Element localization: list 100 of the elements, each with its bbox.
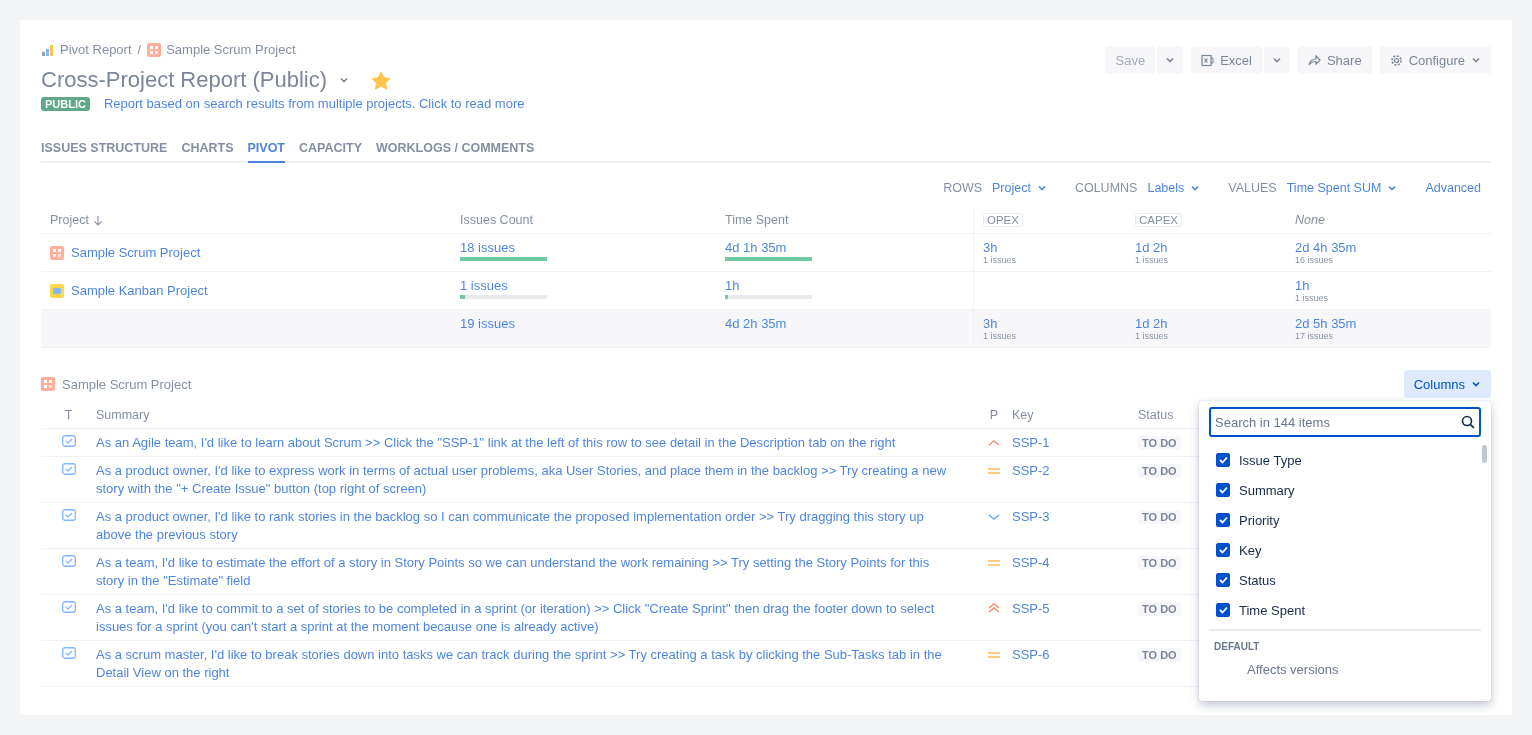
- column-header: Key: [1012, 408, 1034, 422]
- column-option[interactable]: Issue Type: [1209, 445, 1481, 475]
- tab[interactable]: PIVOT: [247, 141, 285, 163]
- project-link[interactable]: Sample Scrum Project: [71, 245, 201, 260]
- status-lozenge: TO DO: [1138, 510, 1181, 524]
- time-value[interactable]: 2d 5h 35m: [1295, 316, 1482, 331]
- issue-summary-link[interactable]: As a product owner, I'd like to rank stories in the backlog so I can communicate the proposed implementation order >> Try dragging this story up above the previous story: [96, 508, 956, 544]
- breadcrumb-separator: /: [137, 42, 142, 57]
- column-option[interactable]: Affects versions: [1209, 654, 1481, 684]
- checkbox[interactable]: [1216, 513, 1230, 527]
- label-tag: OPEX: [983, 213, 1023, 227]
- column-header: T: [64, 408, 73, 422]
- spreadsheet-icon: [1201, 53, 1215, 67]
- issue-key-link[interactable]: SSP-6: [1012, 647, 1050, 662]
- star-icon[interactable]: [371, 70, 392, 90]
- field-dropdown[interactable]: Project: [992, 181, 1047, 195]
- story-checkbox-icon: [61, 647, 76, 659]
- issue-summary-link[interactable]: As a product owner, I'd like to express work in terms of actual user problems, aka User Stories, and place them in the backlog >> Try creating a new story with the "+ Create Issue" button (top right of screen): [96, 462, 956, 498]
- priority-medium-icon: [987, 467, 1001, 475]
- time-value[interactable]: 1h: [1295, 278, 1482, 293]
- time-value[interactable]: 1d 2h: [1135, 316, 1277, 331]
- search-field[interactable]: Search in 144 items: [1209, 407, 1481, 437]
- story-checkbox-icon: [61, 601, 76, 613]
- bar-chart-icon: [41, 42, 55, 57]
- project-icon: [147, 42, 162, 57]
- checkbox[interactable]: [1216, 603, 1230, 617]
- issue-summary-link[interactable]: As a team, I'd like to commit to a set of stories to be completed in a sprint (or iteration) >> Click "Create Sprint" then drag the footer down to select issues for a sprint (you can't start a sprint at the moment because one is already active): [96, 600, 956, 636]
- chevron-down-icon: [1471, 379, 1481, 389]
- status-lozenge: TO DO: [1138, 556, 1181, 570]
- breadcrumb-link[interactable]: Pivot Report: [41, 42, 132, 57]
- time-value[interactable]: 1d 2h: [1135, 240, 1277, 255]
- issue-summary-link[interactable]: As an Agile team, I'd like to learn about Scrum >> Click the "SSP-1" link at the left of this row to see detail in the Description tab on the right: [96, 434, 956, 452]
- checkbox[interactable]: [1216, 453, 1230, 467]
- tab[interactable]: CAPACITY: [299, 141, 362, 163]
- status-lozenge: TO DO: [1138, 464, 1181, 478]
- control-label: COLUMNS: [1074, 181, 1138, 195]
- tab[interactable]: ISSUES STRUCTURE: [41, 141, 168, 163]
- settings-icon: [1389, 53, 1403, 67]
- arrow-down-icon: [92, 214, 103, 226]
- breadcrumb-link[interactable]: Sample Scrum Project: [147, 42, 296, 57]
- story-checkbox-icon: [61, 509, 76, 521]
- priority-highest-icon: [987, 603, 1001, 613]
- column-header[interactable]: Project: [50, 213, 89, 227]
- priority-medium-icon: [987, 559, 1001, 567]
- caret-icon: [1165, 55, 1176, 65]
- project-link[interactable]: Sample Kanban Project: [71, 283, 208, 298]
- issue-summary-link[interactable]: As a scrum master, I'd like to break stories down into tasks we can track during the sprint >> Try creating a task by clicking the Sub-Tasks tab in the Detail View on the right: [96, 646, 956, 682]
- story-checkbox-icon: [61, 555, 76, 567]
- total-issues-link[interactable]: 19 issues: [460, 316, 515, 331]
- checkbox[interactable]: [1216, 543, 1230, 557]
- chevron-down-icon: [1036, 183, 1047, 193]
- chevron-down-icon: [1387, 183, 1398, 193]
- status-lozenge: TO DO: [1138, 436, 1181, 450]
- column-header: Status: [1138, 408, 1174, 422]
- status-lozenge: TO DO: [1138, 602, 1181, 616]
- project-icon: [50, 283, 64, 298]
- column-header: Summary: [96, 408, 150, 422]
- priority-low-icon: [987, 513, 1001, 521]
- metric-link[interactable]: 4d 1h 35m: [725, 240, 787, 255]
- issue-key-link[interactable]: SSP-5: [1012, 601, 1050, 616]
- caret-icon: [1271, 55, 1282, 65]
- column-option[interactable]: Key: [1209, 535, 1481, 565]
- toolbar-button[interactable]: Share: [1297, 46, 1372, 74]
- status-lozenge: TO DO: [1138, 648, 1181, 662]
- advanced-link[interactable]: Advanced: [1425, 181, 1481, 195]
- columns-button[interactable]: Columns: [1403, 370, 1491, 398]
- time-value[interactable]: 3h: [983, 240, 1117, 255]
- project-icon: [41, 377, 55, 391]
- section-title: Sample Scrum Project: [62, 376, 192, 392]
- field-dropdown[interactable]: Labels: [1147, 181, 1201, 195]
- label-tag: CAPEX: [1135, 213, 1182, 227]
- issue-key-link[interactable]: SSP-1: [1012, 435, 1050, 450]
- issue-key-link[interactable]: SSP-3: [1012, 509, 1050, 524]
- column-header: Issues Count: [460, 213, 533, 227]
- time-value[interactable]: 2d 4h 35m: [1295, 240, 1482, 255]
- metric-link[interactable]: 18 issues: [460, 240, 515, 255]
- toolbar-button[interactable]: Excel: [1191, 46, 1262, 74]
- field-dropdown[interactable]: Time Spent SUM: [1286, 181, 1398, 195]
- issue-key-link[interactable]: SSP-4: [1012, 555, 1050, 570]
- chevron-down-icon: [339, 75, 350, 85]
- time-value[interactable]: 3h: [983, 316, 1117, 331]
- checkbox[interactable]: [1216, 483, 1230, 497]
- description-link[interactable]: Report based on search results from multiple projects. Click to read more: [103, 96, 525, 111]
- metric-link[interactable]: 1 issues: [460, 278, 508, 293]
- issue-summary-link[interactable]: As a team, I'd like to estimate the effort of a story in Story Points so we can understand the work remaining >> Try setting the Story Points for this story in the "Estimate" field: [96, 554, 956, 590]
- metric-link[interactable]: 1h: [725, 278, 740, 293]
- column-option[interactable]: Status: [1209, 565, 1481, 595]
- tab[interactable]: WORKLOGS / COMMENTS: [376, 141, 535, 163]
- scrollbar-thumb[interactable]: [1482, 445, 1487, 463]
- checkbox[interactable]: [1216, 573, 1230, 587]
- issues-count: 1 issues: [983, 255, 1018, 265]
- column-option[interactable]: Priority: [1209, 505, 1481, 535]
- column-option[interactable]: Time Spent: [1209, 595, 1481, 625]
- priority-medium-icon: [987, 651, 1001, 659]
- tab[interactable]: CHARTS: [181, 141, 234, 163]
- toolbar-button[interactable]: Configure: [1379, 46, 1491, 74]
- issue-key-link[interactable]: SSP-2: [1012, 463, 1050, 478]
- column-option[interactable]: Summary: [1209, 475, 1481, 505]
- search-icon: [1461, 415, 1475, 429]
- issues-count: 1 issues: [1135, 255, 1170, 265]
